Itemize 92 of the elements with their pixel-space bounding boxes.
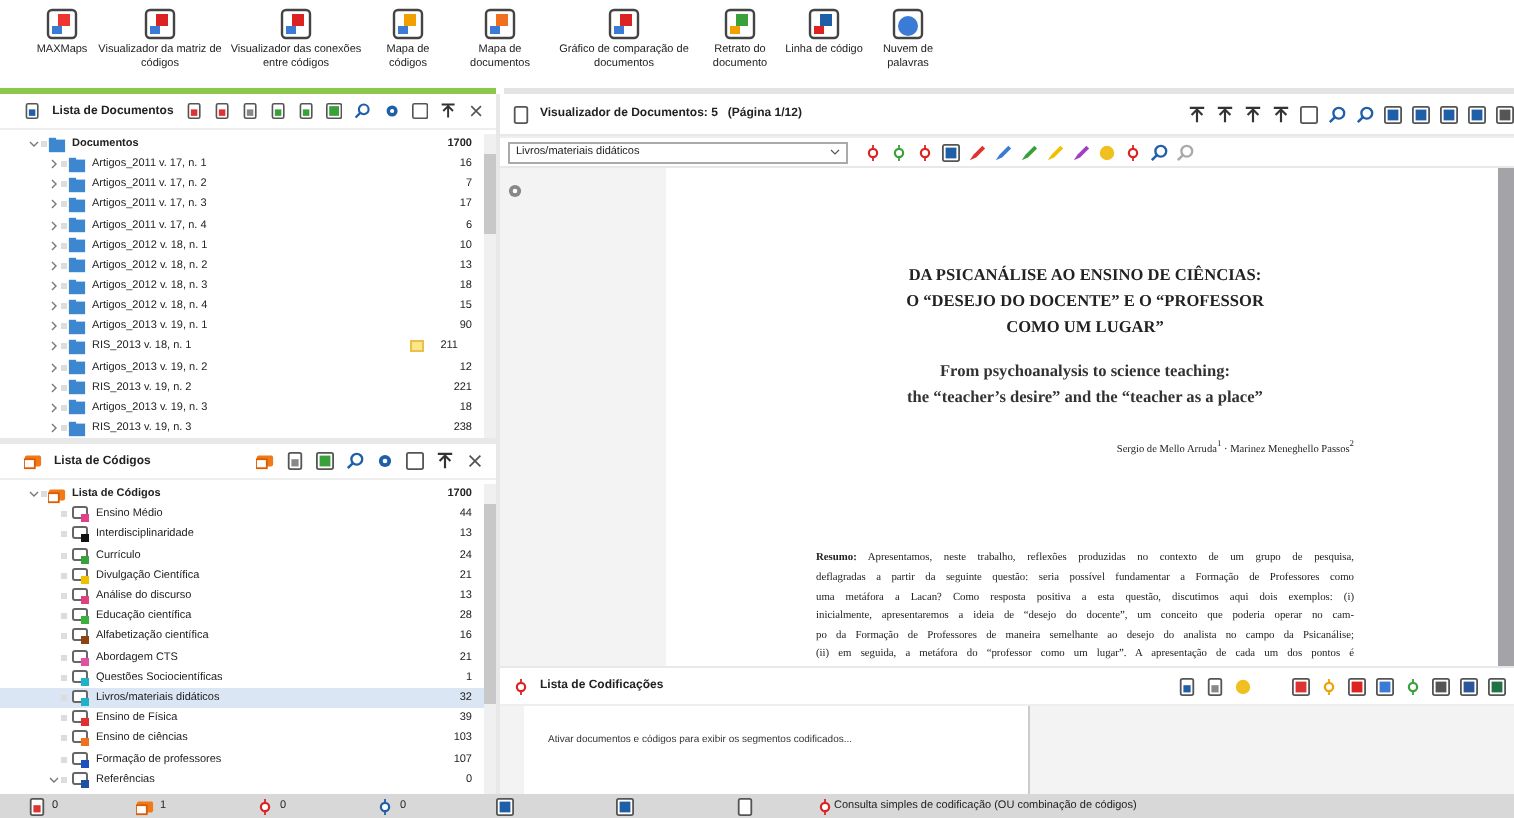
bullet-icon bbox=[60, 734, 68, 743]
bullet-icon bbox=[60, 383, 68, 392]
caret-icon bbox=[830, 148, 840, 156]
code-icon[interactable] bbox=[864, 143, 882, 161]
zoom-out-icon[interactable] bbox=[1356, 105, 1374, 123]
code-icon bbox=[376, 797, 394, 815]
code-icon[interactable] bbox=[1124, 143, 1142, 161]
folder-icon bbox=[68, 419, 86, 438]
folder-icon bbox=[68, 337, 86, 356]
bullet-icon bbox=[60, 282, 68, 291]
bullet-icon bbox=[60, 241, 68, 250]
bullet-icon bbox=[60, 510, 68, 519]
code-add-icon[interactable] bbox=[890, 143, 908, 161]
scrollbar[interactable] bbox=[484, 134, 496, 438]
new-code-icon[interactable] bbox=[256, 452, 274, 470]
settings-icon[interactable] bbox=[506, 182, 524, 200]
bullet-icon bbox=[60, 632, 68, 641]
bullet-icon bbox=[60, 612, 68, 621]
bullet-icon bbox=[60, 530, 68, 539]
filter-icon[interactable] bbox=[286, 452, 304, 470]
bullet-icon bbox=[60, 160, 68, 169]
code-list-icon bbox=[24, 452, 42, 470]
paper-subtitle: the “teacher’s desire” and the “teacher as a place” bbox=[905, 385, 1265, 410]
settings-icon[interactable] bbox=[383, 102, 400, 120]
expand-caret-icon[interactable] bbox=[28, 488, 40, 501]
folder-icon bbox=[68, 378, 86, 397]
search-icon[interactable] bbox=[354, 102, 372, 120]
bullet-icon bbox=[60, 775, 68, 784]
bullet-icon bbox=[60, 571, 68, 580]
folder-icon bbox=[68, 297, 86, 316]
close-icon[interactable] bbox=[467, 102, 484, 120]
bullet-icon bbox=[60, 755, 68, 764]
bullet-icon bbox=[60, 592, 68, 601]
bullet-icon bbox=[60, 342, 68, 351]
expand-caret-icon[interactable] bbox=[48, 773, 60, 786]
folder-icon bbox=[68, 358, 86, 377]
document-list-icon bbox=[24, 102, 41, 120]
scrollbar[interactable] bbox=[484, 484, 496, 794]
import-icon[interactable] bbox=[270, 102, 287, 120]
code-list-icon bbox=[48, 485, 66, 504]
up-arrow-icon[interactable] bbox=[1216, 105, 1234, 123]
folder-icon bbox=[68, 398, 86, 417]
first-page-icon[interactable] bbox=[1188, 105, 1206, 123]
document-icon[interactable] bbox=[736, 797, 754, 815]
search-icon[interactable] bbox=[346, 452, 364, 470]
bullet-icon bbox=[60, 424, 68, 433]
copy-icon[interactable] bbox=[213, 102, 231, 120]
filter-icon[interactable] bbox=[242, 102, 259, 120]
bullet-icon bbox=[60, 714, 68, 723]
bullet-icon bbox=[60, 673, 68, 682]
bullet-icon bbox=[40, 140, 48, 149]
paper-title: COMO UM LUGAR” bbox=[1004, 316, 1166, 340]
codings-icon bbox=[512, 677, 530, 695]
bullet-icon bbox=[60, 551, 68, 560]
expand-caret-icon[interactable] bbox=[28, 138, 40, 151]
folder-icon bbox=[68, 317, 86, 336]
code-add-icon[interactable] bbox=[1404, 677, 1422, 695]
document-icon[interactable] bbox=[1206, 677, 1224, 695]
bullet-icon bbox=[60, 322, 68, 331]
settings-icon[interactable] bbox=[376, 452, 394, 470]
folder-icon bbox=[68, 277, 86, 296]
folder-icon bbox=[48, 135, 66, 154]
document-icon[interactable] bbox=[185, 102, 202, 120]
folder-icon bbox=[68, 256, 86, 275]
folder-icon bbox=[68, 155, 86, 174]
bullet-icon bbox=[60, 261, 68, 270]
bullet-icon bbox=[60, 363, 68, 372]
document-icon bbox=[28, 797, 46, 815]
bullet-icon bbox=[60, 653, 68, 662]
bullet-icon bbox=[60, 302, 68, 311]
bullet-icon bbox=[60, 403, 68, 412]
close-icon[interactable] bbox=[466, 452, 484, 470]
edit-icon bbox=[512, 105, 530, 123]
folder-icon bbox=[68, 236, 86, 255]
code-add-icon[interactable] bbox=[916, 143, 934, 161]
new-document-icon[interactable] bbox=[298, 102, 315, 120]
bullet-icon bbox=[60, 221, 68, 230]
bullet-icon bbox=[60, 180, 68, 189]
code-icon bbox=[256, 797, 274, 815]
folder-icon bbox=[68, 195, 86, 214]
export-icon[interactable] bbox=[1178, 677, 1196, 695]
paper-title: DA PSICANÁLISE AO ENSINO DE CIÊNCIAS: bbox=[906, 263, 1264, 288]
scrollbar[interactable] bbox=[1498, 168, 1514, 666]
folder-icon bbox=[68, 175, 86, 194]
code-icon bbox=[816, 797, 834, 815]
code-tag-icon bbox=[136, 797, 154, 815]
paper-title: O “DESEJO DO DOCENTE” E O “PROFESSOR bbox=[904, 290, 1266, 314]
bullet-icon bbox=[40, 490, 48, 499]
zoom-in-icon[interactable] bbox=[1328, 105, 1346, 123]
paper-subtitle: From psychoanalysis to science teaching: bbox=[937, 359, 1233, 384]
folder-icon bbox=[68, 216, 86, 235]
bullet-icon bbox=[60, 200, 68, 209]
